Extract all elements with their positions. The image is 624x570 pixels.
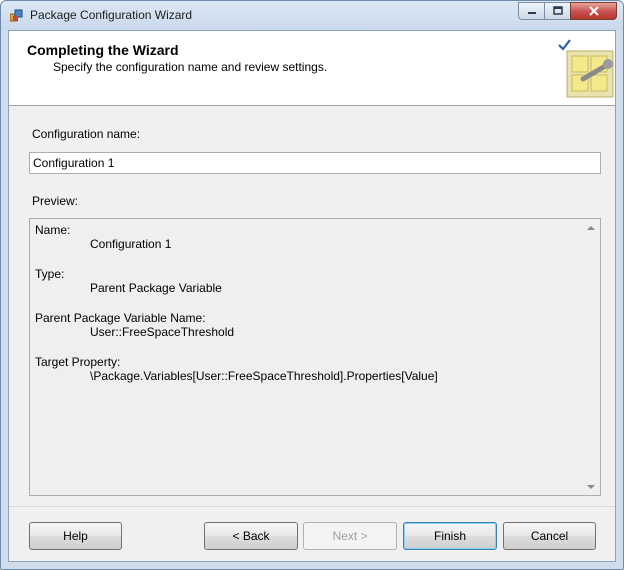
wizard-graphic-icon (558, 39, 614, 98)
preview-target-label: Target Property: (35, 355, 121, 369)
wizard-window: Package Configuration Wizard Completing … (0, 0, 624, 570)
page-title: Completing the Wizard (27, 42, 179, 58)
page-subtitle: Specify the configuration name and revie… (53, 60, 328, 74)
maximize-button[interactable] (544, 2, 571, 20)
footer-separator (9, 506, 615, 507)
preview-box[interactable]: Name: Configuration 1 Type: Parent Packa… (29, 218, 601, 496)
next-button[interactable]: Next > (303, 522, 397, 550)
preview-name-value: Configuration 1 (90, 237, 172, 251)
window-title: Package Configuration Wizard (30, 8, 193, 22)
wizard-client-area: Completing the Wizard Specify the config… (8, 30, 616, 562)
preview-variable-value: User::FreeSpaceThreshold (90, 325, 235, 339)
minimize-button[interactable] (518, 2, 545, 20)
finish-button[interactable]: Finish (403, 522, 497, 550)
title-bar[interactable]: Package Configuration Wizard (1, 1, 623, 30)
maximize-icon (552, 6, 563, 15)
back-button[interactable]: < Back (204, 522, 298, 550)
help-button[interactable]: Help (29, 522, 122, 550)
scroll-up-icon[interactable] (587, 226, 595, 230)
preview-content: Name: Configuration 1 Type: Parent Packa… (35, 223, 583, 385)
scroll-down-icon[interactable] (587, 485, 595, 489)
preview-type-value: Parent Package Variable (90, 281, 222, 295)
preview-name-label: Name: (35, 223, 71, 237)
wizard-header: Completing the Wizard Specify the config… (9, 31, 615, 106)
config-name-input[interactable] (29, 152, 601, 174)
minimize-icon (527, 12, 536, 14)
app-icon (10, 9, 23, 22)
preview-type-label: Type: (35, 267, 65, 281)
close-button[interactable] (570, 2, 617, 20)
preview-variable-label: Parent Package Variable Name: (35, 311, 206, 325)
preview-label: Preview: (32, 194, 79, 208)
preview-scrollbar[interactable] (583, 219, 600, 495)
preview-target-value: \Package.Variables[User::FreeSpaceThresh… (90, 369, 438, 383)
close-icon (588, 6, 599, 16)
cancel-button[interactable]: Cancel (503, 522, 596, 550)
config-name-label: Configuration name: (32, 127, 141, 141)
